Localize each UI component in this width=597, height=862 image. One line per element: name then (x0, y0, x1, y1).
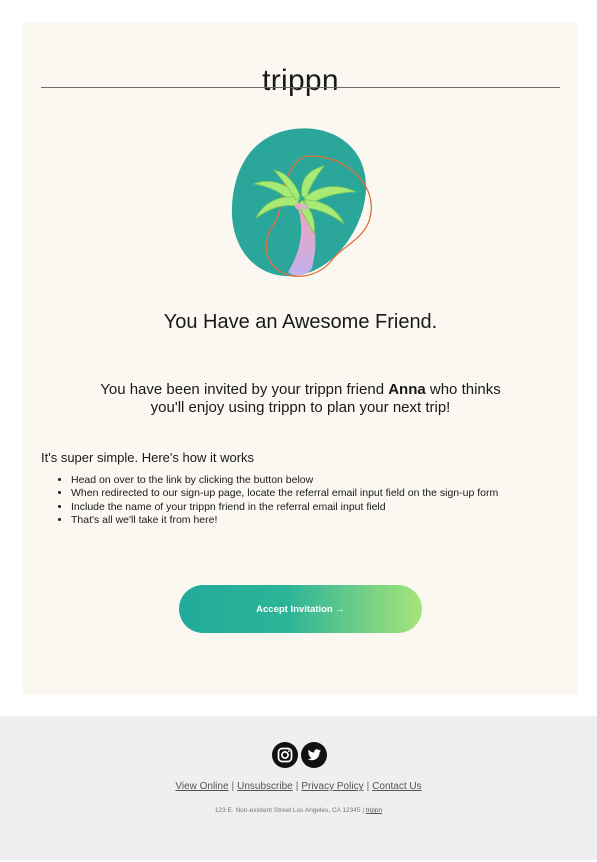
twitter-icon[interactable] (301, 742, 327, 768)
email-card: trippn You Have an Awesome Friend. You h… (23, 22, 578, 695)
how-it-works-intro: It's super simple. Here's how it works (41, 450, 255, 465)
address-separator: | (362, 807, 365, 814)
footer-links: View Online | Unsubscribe | Privacy Policy | C… (0, 781, 597, 792)
invite-text-line2: you'll enjoy using trippn to plan your n… (150, 399, 451, 416)
link-separator: | (366, 781, 370, 792)
address-text: 123 E. Non-existent Street Los Angeles, … (214, 807, 361, 814)
accept-invitation-button[interactable]: Accept Invitation → (179, 585, 422, 633)
invite-text-end: who thinks (425, 381, 501, 398)
privacy-policy-link[interactable]: Privacy Policy (301, 781, 363, 792)
footer: View Online | Unsubscribe | Privacy Policy | C… (0, 716, 597, 860)
social-links (272, 742, 327, 768)
step-item: Head on over to the link by clicking the… (71, 474, 597, 487)
coconut (294, 202, 302, 210)
headline: You Have an Awesome Friend. (163, 311, 438, 333)
coconut (301, 204, 307, 210)
palm-tree-illustration (231, 128, 372, 277)
link-separator: | (231, 781, 235, 792)
step-item: That's all we'll take it from here! (71, 514, 597, 527)
brand-link[interactable]: trippn (366, 807, 382, 814)
brand-logo: trippn (262, 64, 339, 97)
footer-address: 123 E. Non-existent Street Los Angeles, … (0, 807, 597, 814)
inviter-name: Anna (388, 381, 426, 398)
header-divider (41, 87, 560, 88)
contact-us-link[interactable]: Contact Us (372, 781, 421, 792)
step-item: When redirected to our sign-up page, loc… (71, 487, 597, 500)
instagram-icon[interactable] (272, 742, 298, 768)
invite-text-start: You have been invited by your trippn fri… (100, 381, 389, 398)
step-item: Include the name of your trippn friend i… (71, 501, 597, 514)
view-online-link[interactable]: View Online (175, 781, 228, 792)
unsubscribe-link[interactable]: Unsubscribe (237, 781, 293, 792)
steps-list: Head on over to the link by clicking the… (41, 474, 597, 527)
invite-message: You have been invited by your trippn fri… (23, 381, 578, 417)
